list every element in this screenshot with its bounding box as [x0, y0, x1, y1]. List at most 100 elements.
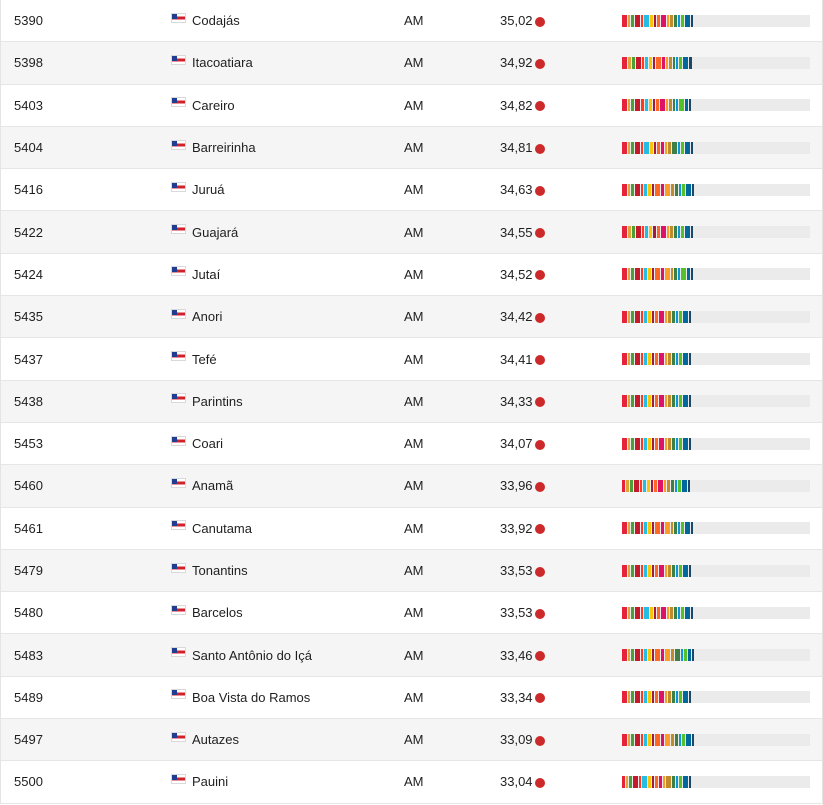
- score-cell: 33,09: [500, 719, 545, 760]
- city-name[interactable]: Careiro: [192, 98, 235, 113]
- sdg-segment: [641, 183, 643, 196]
- city-cell[interactable]: Tonantins: [171, 550, 248, 591]
- sdg-segment: [689, 310, 691, 323]
- status-dot-icon: [534, 651, 545, 662]
- sdg-segment: [683, 775, 688, 788]
- sdg-bar-track: [622, 395, 810, 408]
- table-row[interactable]: 5398 Itacoatiara AM 34,92: [1, 42, 822, 85]
- sdg-segment: [685, 14, 690, 27]
- table-row[interactable]: 5480 Barcelos AM 33,53: [1, 592, 822, 635]
- sdg-segment: [659, 775, 662, 788]
- city-cell[interactable]: Jutaí: [171, 254, 220, 295]
- city-name[interactable]: Coari: [192, 436, 223, 451]
- sdg-segment: [648, 395, 651, 408]
- city-cell[interactable]: Juruá: [171, 169, 225, 210]
- city-cell[interactable]: Anori: [171, 296, 222, 337]
- city-name[interactable]: Anamã: [192, 478, 233, 493]
- city-cell[interactable]: Itacoatiara: [171, 42, 253, 83]
- table-row[interactable]: 5435 Anori AM 34,42: [1, 296, 822, 339]
- city-name[interactable]: Itacoatiara: [192, 55, 253, 70]
- sdg-segment: [641, 395, 643, 408]
- sdg-bar-track: [622, 775, 810, 788]
- rank-cell: 5424: [14, 266, 43, 282]
- city-name[interactable]: Parintins: [192, 394, 243, 409]
- city-name[interactable]: Guajará: [192, 225, 238, 240]
- sdg-segment: [688, 479, 690, 492]
- city-name[interactable]: Barcelos: [192, 605, 243, 620]
- table-row[interactable]: 5390 Codajás AM 35,02: [1, 0, 822, 43]
- sdg-segment: [674, 606, 677, 619]
- sdg-segment: [644, 310, 647, 323]
- table-row[interactable]: 5416 Juruá AM 34,63: [1, 169, 822, 212]
- sdg-segment: [681, 606, 684, 619]
- flag-icon: [171, 393, 186, 404]
- city-cell[interactable]: Boa Vista do Ramos: [171, 677, 310, 718]
- city-name[interactable]: Santo Antônio do Içá: [192, 648, 312, 663]
- sdg-segment: [678, 268, 680, 281]
- sdg-segment: [655, 522, 660, 535]
- city-cell[interactable]: Autazes: [171, 719, 239, 760]
- city-name[interactable]: Pauini: [192, 774, 228, 789]
- table-row[interactable]: 5489 Boa Vista do Ramos AM 33,34: [1, 676, 822, 720]
- sdg-segment: [635, 353, 640, 366]
- city-cell[interactable]: Anamã: [171, 465, 233, 506]
- sdg-bar-cell: [622, 508, 810, 549]
- table-row[interactable]: 5438 Parintins AM 34,33: [1, 380, 822, 423]
- table-row[interactable]: 5424 Jutaí AM 34,52: [1, 253, 822, 297]
- sdg-segment: [652, 733, 654, 746]
- table-row[interactable]: 5437 Tefé AM 34,41: [1, 338, 822, 381]
- city-cell[interactable]: Pauini: [171, 761, 228, 802]
- city-cell[interactable]: Canutama: [171, 508, 252, 549]
- sdg-segment: [661, 649, 664, 662]
- table-row[interactable]: 5497 Autazes AM 33,09: [1, 719, 822, 762]
- table-row[interactable]: 5453 Coari AM 34,07: [1, 422, 822, 466]
- city-name[interactable]: Canutama: [192, 521, 252, 536]
- table-row[interactable]: 5461 Canutama AM 33,92: [1, 507, 822, 550]
- city-name[interactable]: Tonantins: [192, 563, 248, 578]
- city-name[interactable]: Boa Vista do Ramos: [192, 690, 310, 705]
- status-dot-icon: [534, 693, 545, 704]
- city-cell[interactable]: Coari: [171, 423, 223, 464]
- city-cell[interactable]: Codajás: [171, 0, 240, 41]
- city-name[interactable]: Barreirinha: [192, 140, 256, 155]
- status-dot-icon: [534, 312, 545, 323]
- sdg-segment: [640, 479, 642, 492]
- city-cell[interactable]: Tefé: [171, 338, 217, 379]
- city-name[interactable]: Tefé: [192, 352, 217, 367]
- city-name[interactable]: Autazes: [192, 732, 239, 747]
- sdg-segment: [631, 310, 634, 323]
- sdg-segment: [679, 691, 682, 704]
- sdg-bar-track: [622, 691, 810, 704]
- table-row[interactable]: 5500 Pauini AM 33,04: [1, 761, 822, 804]
- sdg-segment: [635, 649, 640, 662]
- city-cell[interactable]: Barreirinha: [171, 127, 256, 168]
- table-row[interactable]: 5422 Guajará AM 34,55: [1, 211, 822, 254]
- sdg-segment: [648, 691, 651, 704]
- city-cell[interactable]: Careiro: [171, 85, 235, 126]
- sdg-segment: [622, 522, 627, 535]
- city-cell[interactable]: Guajará: [171, 211, 238, 252]
- sdg-segment: [648, 733, 651, 746]
- city-name[interactable]: Juruá: [192, 182, 225, 197]
- table-row[interactable]: 5460 Anamã AM 33,96: [1, 465, 822, 508]
- sdg-segment: [659, 691, 664, 704]
- rank-cell: 5404: [14, 140, 43, 156]
- city-name[interactable]: Jutaí: [192, 267, 220, 282]
- city-name[interactable]: Anori: [192, 309, 222, 324]
- sdg-segment: [652, 353, 654, 366]
- sdg-segment: [683, 564, 688, 577]
- table-row[interactable]: 5479 Tonantins AM 33,53: [1, 549, 822, 593]
- sdg-segment: [655, 775, 658, 788]
- city-cell[interactable]: Parintins: [171, 381, 243, 422]
- table-row[interactable]: 5404 Barreirinha AM 34,81: [1, 126, 822, 170]
- table-row[interactable]: 5483 Santo Antônio do Içá AM 33,46: [1, 634, 822, 677]
- sdg-segment: [687, 268, 690, 281]
- table-row[interactable]: 5403 Careiro AM 34,82: [1, 84, 822, 127]
- sdg-segment: [657, 606, 660, 619]
- sdg-segment: [641, 649, 643, 662]
- city-cell[interactable]: Barcelos: [171, 592, 243, 633]
- city-cell[interactable]: Santo Antônio do Içá: [171, 634, 312, 675]
- rank-cell: 5416: [14, 182, 43, 198]
- flag-icon: [171, 12, 186, 23]
- city-name[interactable]: Codajás: [192, 13, 240, 28]
